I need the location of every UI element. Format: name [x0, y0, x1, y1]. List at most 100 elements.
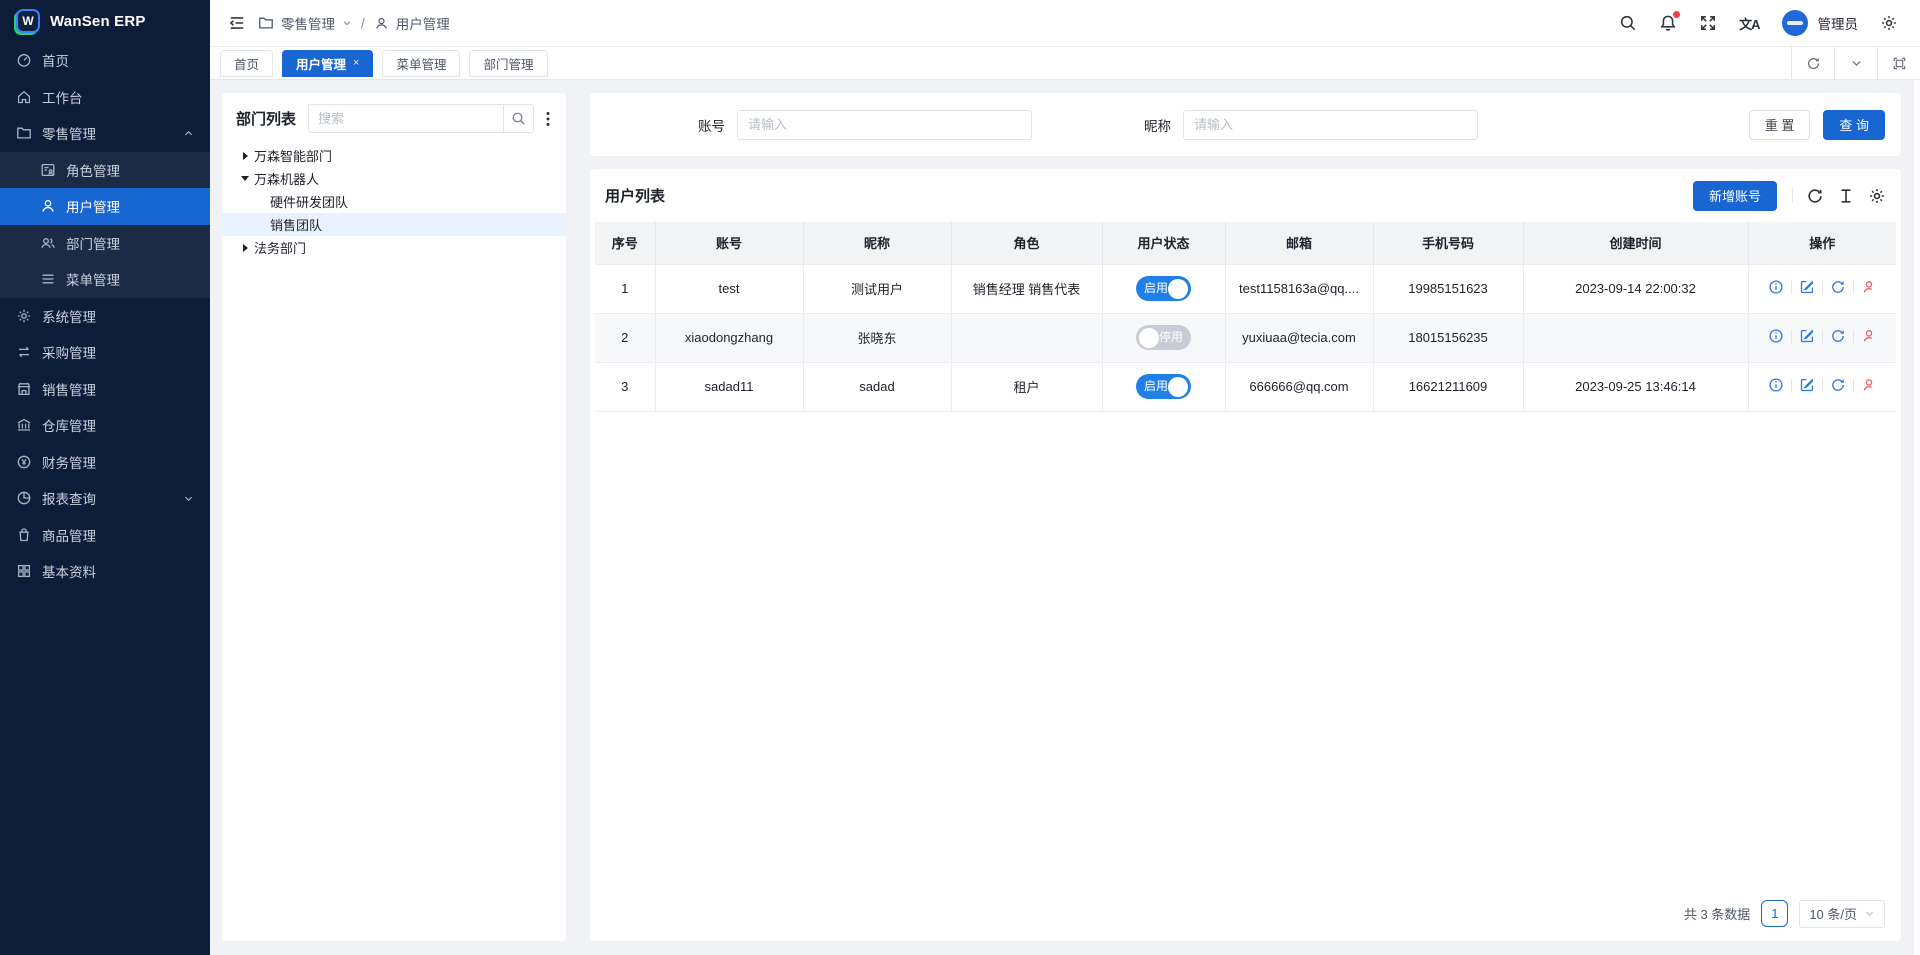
- edit-icon[interactable]: [1799, 328, 1815, 344]
- column-settings-gear-icon[interactable]: [1868, 187, 1886, 205]
- fullscreen-icon[interactable]: [1699, 14, 1717, 32]
- refresh-icon[interactable]: [1830, 279, 1846, 295]
- page-scrollbar-gutter: [1914, 80, 1920, 955]
- tree-node-wansen-smart[interactable]: 万森智能部门: [222, 144, 566, 167]
- department-search-input[interactable]: [309, 111, 503, 126]
- tree-collapsed-arrow-icon[interactable]: [243, 152, 248, 160]
- sidebar-item-sales[interactable]: 销售管理: [0, 371, 210, 408]
- refresh-icon[interactable]: [1830, 328, 1846, 344]
- logo-icon: W: [16, 9, 40, 33]
- row-height-icon[interactable]: [1837, 187, 1855, 205]
- page-size-select[interactable]: 10 条/页: [1799, 900, 1885, 928]
- account-input[interactable]: [737, 110, 1032, 140]
- user-icon: [374, 16, 389, 31]
- info-icon[interactable]: [1768, 328, 1784, 344]
- info-icon[interactable]: [1768, 279, 1784, 295]
- notifications-button[interactable]: [1659, 14, 1677, 32]
- sidebar-item-system[interactable]: 系统管理: [0, 298, 210, 335]
- sidebar-item-label: 菜单管理: [66, 269, 120, 289]
- cell-actions: [1748, 362, 1896, 411]
- cell-nickname: sadad: [803, 362, 951, 411]
- search-button[interactable]: 查 询: [1823, 110, 1885, 140]
- tab-home[interactable]: 首页: [220, 50, 273, 77]
- sidebar-item-finance[interactable]: 财务管理: [0, 444, 210, 481]
- delete-user-icon[interactable]: [1861, 328, 1877, 344]
- maximize-content-button[interactable]: [1877, 47, 1920, 79]
- user-list-header: 用户列表 新增账号: [590, 169, 1901, 222]
- sales-icon: [16, 381, 32, 397]
- tree-node-legal[interactable]: 法务部门: [222, 236, 566, 259]
- status-toggle[interactable]: 启用: [1136, 374, 1191, 399]
- sidebar-item-workbench[interactable]: 工作台: [0, 79, 210, 116]
- sidebar-item-home[interactable]: 首页: [0, 42, 210, 79]
- refresh-icon[interactable]: [1806, 187, 1824, 205]
- tab-menu-management[interactable]: 菜单管理: [382, 50, 460, 77]
- info-icon[interactable]: [1768, 377, 1784, 393]
- col-status: 用户状态: [1102, 222, 1225, 264]
- table-row: 1 test 测试用户 销售经理 销售代表 启用: [595, 264, 1896, 313]
- admin-label[interactable]: 管理员: [1818, 13, 1859, 33]
- page-button-1[interactable]: 1: [1761, 900, 1788, 927]
- tree-node-wansen-robot[interactable]: 万森机器人: [222, 167, 566, 190]
- vertical-dots-icon: [546, 111, 550, 127]
- sidebar-item-reports[interactable]: 报表查询: [0, 480, 210, 517]
- nickname-input[interactable]: [1183, 110, 1478, 140]
- menu-fold-icon[interactable]: [228, 14, 246, 32]
- tab-user-management[interactable]: 用户管理 ×: [282, 50, 373, 77]
- department-search-button[interactable]: [503, 105, 533, 132]
- chevron-down-icon[interactable]: [342, 18, 352, 28]
- sidebar-item-warehouse[interactable]: 仓库管理: [0, 407, 210, 444]
- more-options-icon[interactable]: [540, 111, 556, 127]
- sidebar-item-basic-data[interactable]: 基本资料: [0, 553, 210, 590]
- pagination: 共 3 条数据 1 10 条/页: [590, 886, 1901, 941]
- col-created: 创建时间: [1523, 222, 1748, 264]
- add-account-button[interactable]: 新增账号: [1693, 181, 1777, 211]
- refresh-icon[interactable]: [1830, 377, 1846, 393]
- tree-collapsed-arrow-icon[interactable]: [243, 244, 248, 252]
- app-title: WanSen ERP: [50, 13, 146, 30]
- warehouse-icon: [16, 417, 32, 433]
- edit-icon[interactable]: [1799, 377, 1815, 393]
- status-toggle[interactable]: 启用: [1136, 276, 1191, 301]
- chevron-down-icon: [1850, 57, 1863, 70]
- search-icon[interactable]: [1619, 14, 1637, 32]
- sidebar-item-departments[interactable]: 部门管理: [0, 225, 210, 262]
- status-label: 启用: [1144, 374, 1168, 399]
- sidebar-item-retail[interactable]: 零售管理: [0, 115, 210, 152]
- edit-icon[interactable]: [1799, 279, 1815, 295]
- tree-node-label: 万森机器人: [254, 169, 319, 188]
- sidebar-item-menus[interactable]: 菜单管理: [0, 261, 210, 298]
- refresh-tab-button[interactable]: [1791, 47, 1834, 79]
- status-toggle[interactable]: 停用: [1136, 325, 1191, 350]
- notification-badge: [1673, 11, 1680, 18]
- cell-phone: 18015156235: [1373, 313, 1523, 362]
- tab-department-management[interactable]: 部门管理: [469, 50, 547, 77]
- delete-user-icon[interactable]: [1861, 279, 1877, 295]
- tab-actions-dropdown[interactable]: [1834, 47, 1877, 79]
- tree-expanded-arrow-icon[interactable]: [241, 176, 249, 181]
- tab-label: 部门管理: [483, 54, 533, 73]
- cell-status: 启用: [1102, 264, 1225, 313]
- tree-node-hardware-team[interactable]: 硬件研发团队: [222, 190, 566, 213]
- breadcrumb-parent[interactable]: 零售管理: [281, 13, 335, 33]
- sidebar-item-users[interactable]: 用户管理: [0, 188, 210, 225]
- content-area: 部门列表 万森智能部门: [210, 80, 1920, 955]
- cell-actions: [1748, 313, 1896, 362]
- sidebar-item-purchase[interactable]: 采购管理: [0, 334, 210, 371]
- sidebar-item-roles[interactable]: 角色管理: [0, 152, 210, 189]
- close-icon[interactable]: ×: [353, 57, 359, 69]
- translate-icon[interactable]: 文A: [1739, 14, 1759, 33]
- reset-button[interactable]: 重 置: [1749, 110, 1811, 140]
- tree-node-sales-team[interactable]: 销售团队: [222, 213, 566, 236]
- maximize-icon: [1892, 56, 1907, 71]
- col-nickname: 昵称: [803, 222, 951, 264]
- delete-user-icon[interactable]: [1861, 377, 1877, 393]
- tree-node-label: 万森智能部门: [254, 146, 332, 165]
- sidebar-item-goods[interactable]: 商品管理: [0, 517, 210, 554]
- gear-icon[interactable]: [1880, 14, 1898, 32]
- app-root: W WanSen ERP 首页 工作台 零售管理 角色管理: [0, 0, 1920, 955]
- sidebar-item-label: 商品管理: [42, 525, 96, 545]
- top-header: 零售管理 / 用户管理 文A 管理员: [210, 0, 1920, 47]
- avatar[interactable]: [1782, 10, 1808, 36]
- status-label: 停用: [1159, 325, 1183, 350]
